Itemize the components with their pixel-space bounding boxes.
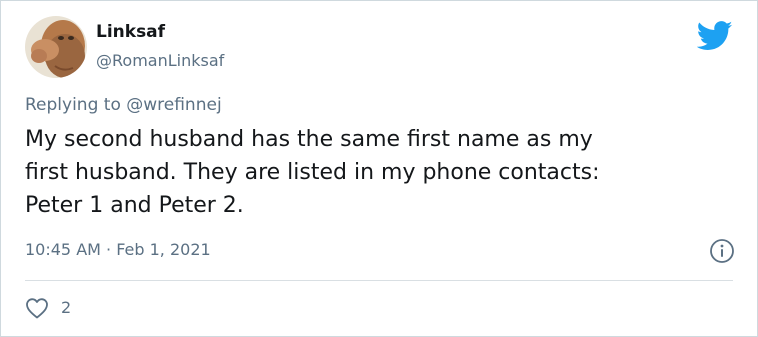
tweet-text: My second husband has the same first nam… xyxy=(25,123,725,222)
user-handle[interactable]: @RomanLinksaf xyxy=(96,51,224,71)
info-icon[interactable] xyxy=(709,238,735,264)
tweet-card: Linksaf @RomanLinksaf Replying to @wrefi… xyxy=(0,0,758,337)
divider xyxy=(25,280,733,281)
like-count: 2 xyxy=(61,298,72,317)
tweet-text-line: first husband. They are listed in my pho… xyxy=(25,160,600,185)
tweet-text-line: Peter 1 and Peter 2. xyxy=(25,193,244,218)
avatar-image xyxy=(25,16,87,78)
like-button[interactable]: 2 xyxy=(25,295,71,321)
reply-mention-link[interactable]: @wrefinnej xyxy=(126,95,221,115)
twitter-bird-icon[interactable] xyxy=(697,21,733,51)
replying-to: Replying to @wrefinnej xyxy=(25,93,222,117)
display-name[interactable]: Linksaf xyxy=(96,21,165,43)
tweet-text-line: My second husband has the same first nam… xyxy=(25,127,593,152)
heart-icon xyxy=(26,298,48,319)
avatar[interactable] xyxy=(25,16,87,78)
reply-prefix: Replying to xyxy=(25,95,121,115)
tweet-timestamp[interactable]: 10:45 AM · Feb 1, 2021 xyxy=(25,239,211,261)
